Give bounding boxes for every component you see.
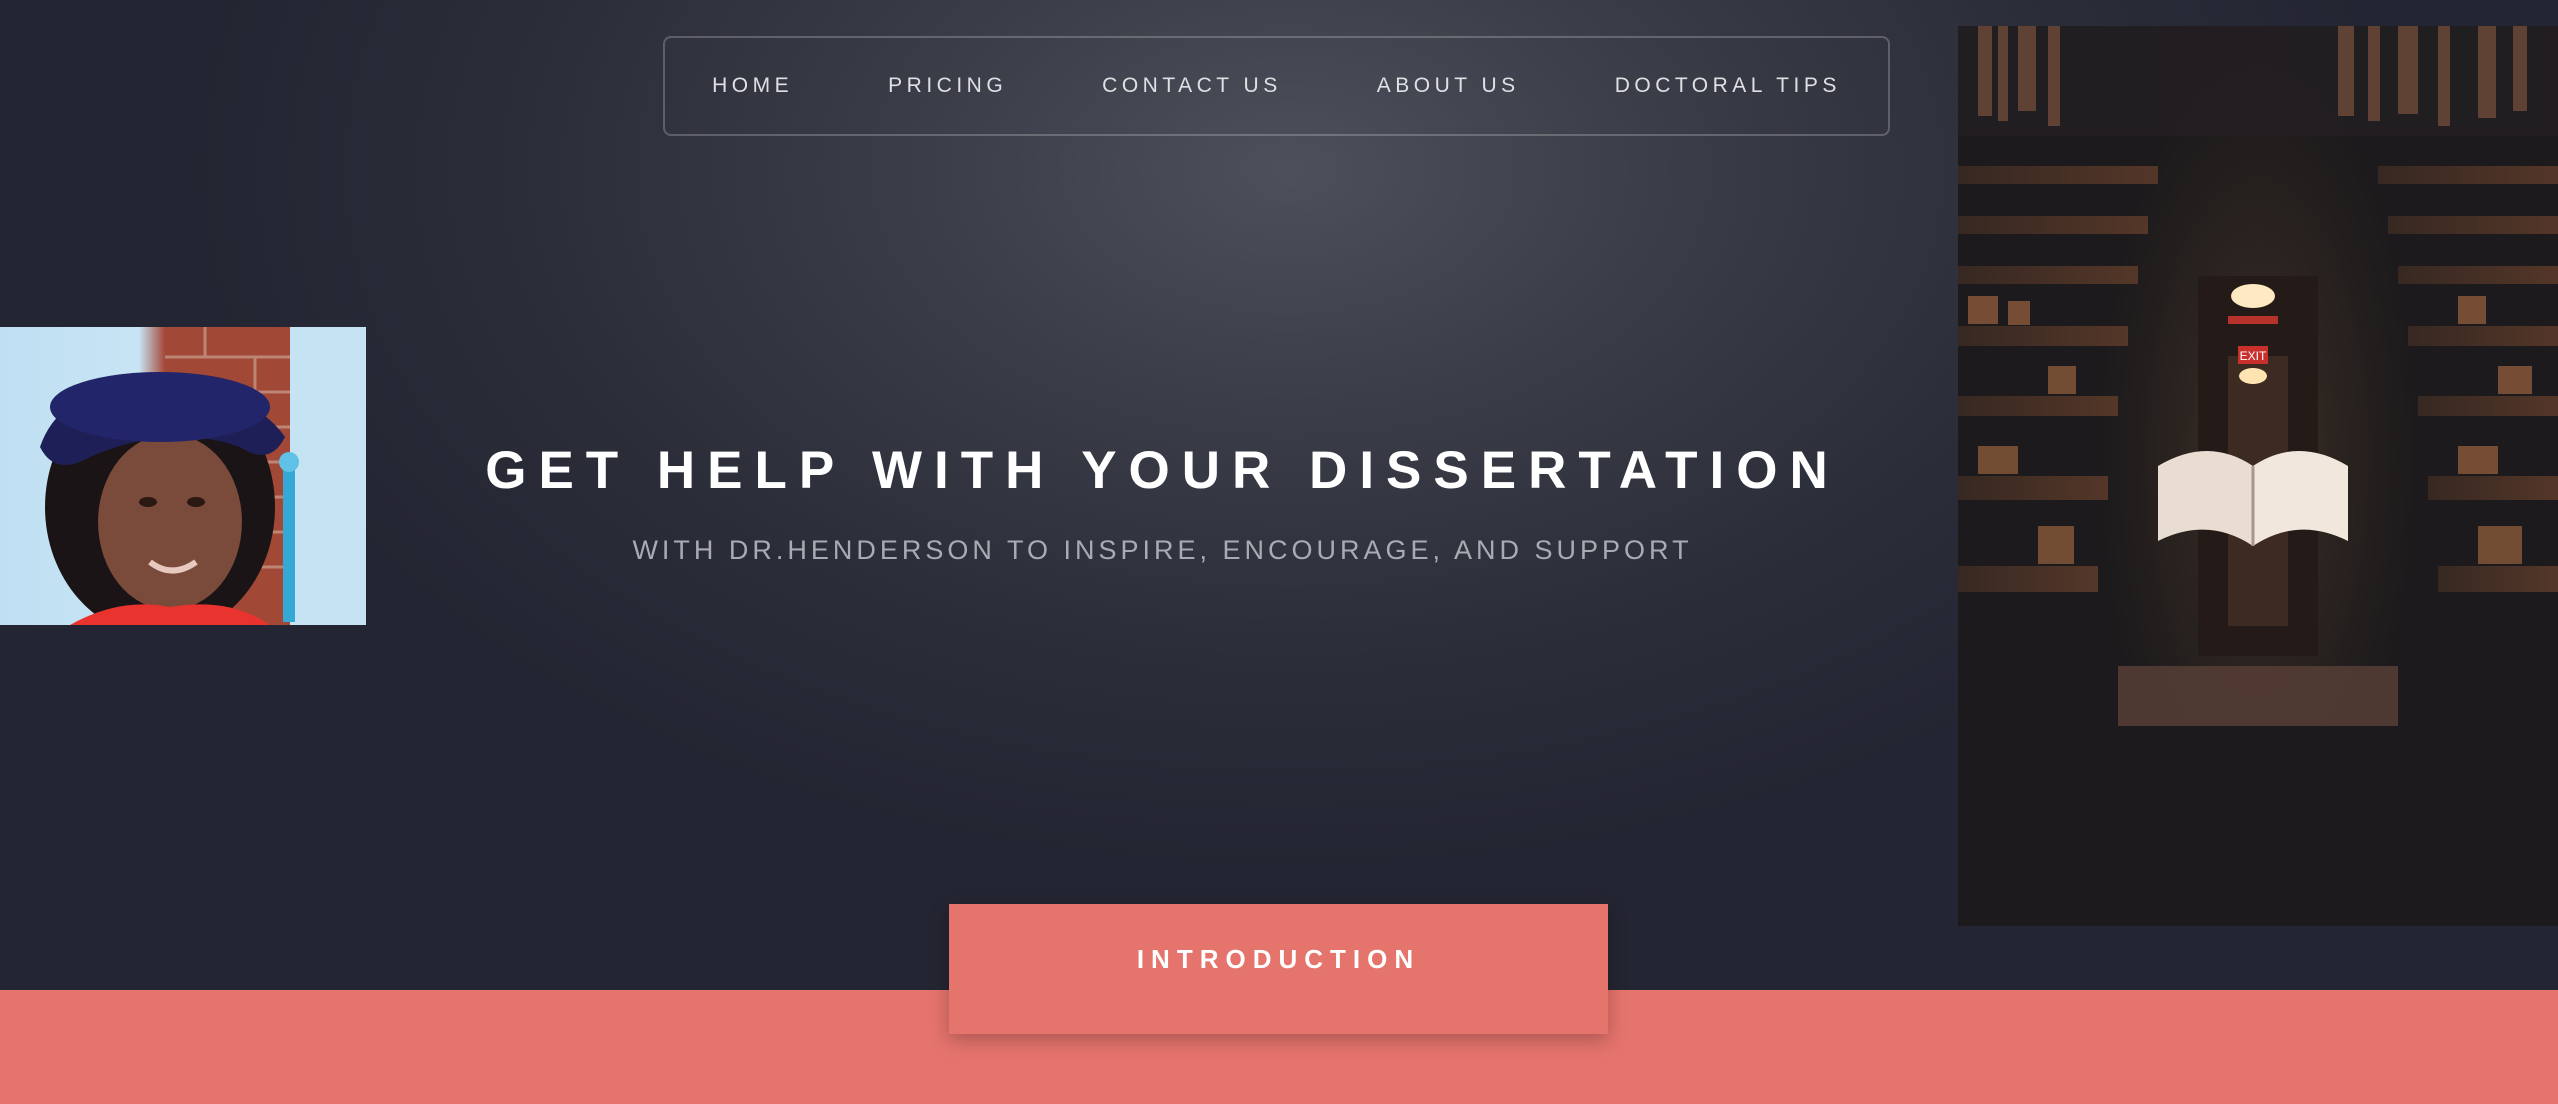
- hero-subheadline: WITH DR.HENDERSON TO INSPIRE, ENCOURAGE,…: [632, 535, 1693, 565]
- nav-item-contact-us[interactable]: CONTACT US: [1102, 74, 1282, 98]
- nav-item-about-us[interactable]: ABOUT US: [1377, 74, 1520, 98]
- nav-item-doctoral-tips[interactable]: DOCTORAL TIPS: [1615, 74, 1841, 98]
- hero-section: HOME PRICING CONTACT US ABOUT US DOCTORA…: [0, 0, 2558, 990]
- nav-item-pricing[interactable]: PRICING: [888, 74, 1007, 98]
- introduction-tab[interactable]: INTRODUCTION: [949, 904, 1608, 1034]
- hero-headline: GET HELP WITH YOUR DISSERTATION: [485, 441, 1840, 500]
- exit-sign: EXIT: [2240, 349, 2267, 363]
- main-navigation: HOME PRICING CONTACT US ABOUT US DOCTORA…: [663, 36, 1890, 136]
- introduction-label: INTRODUCTION: [1136, 944, 1421, 974]
- nav-item-home[interactable]: HOME: [712, 74, 793, 98]
